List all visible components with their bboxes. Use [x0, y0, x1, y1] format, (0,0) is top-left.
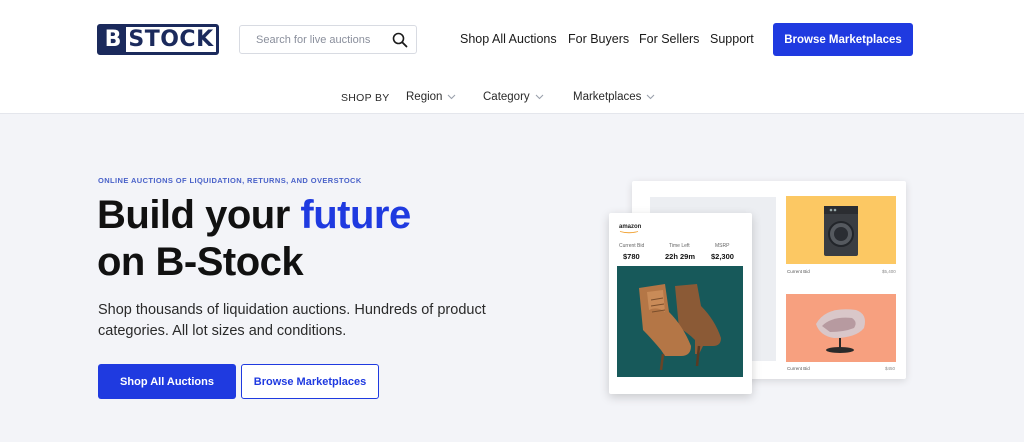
tile2-price: $450: [885, 366, 896, 371]
nav-for-sellers[interactable]: For Sellers: [639, 32, 699, 46]
amazon-brand-label: amazon: [619, 224, 642, 230]
search-box: [239, 25, 417, 54]
headline-part1: Build your: [97, 193, 301, 237]
subnav-category-label: Category: [483, 91, 530, 103]
stat-label-time-left: Time Left: [669, 243, 690, 249]
headline-part2: on B-Stock: [97, 240, 304, 284]
stat-value-current-bid: $780: [623, 252, 640, 261]
browse-marketplaces-secondary-button[interactable]: Browse Marketplaces: [241, 364, 379, 399]
tile1-price: $5,400: [882, 269, 896, 274]
browse-marketplaces-button[interactable]: Browse Marketplaces: [773, 23, 913, 56]
logo-wordmark: STOCK: [128, 27, 214, 52]
nav-for-buyers[interactable]: For Buyers: [568, 32, 629, 46]
search-input[interactable]: [240, 33, 386, 46]
nav-support[interactable]: Support: [710, 32, 754, 46]
boots-icon: [639, 284, 721, 371]
search-icon[interactable]: [392, 32, 408, 48]
subnav-region-label: Region: [406, 91, 443, 103]
shop-by-label: SHOP BY: [341, 92, 390, 104]
headline-accent: future: [300, 193, 411, 237]
stat-value-time-left: 22h 29m: [665, 252, 696, 261]
subnav-category[interactable]: Category: [483, 91, 544, 103]
subnav-region[interactable]: Region: [406, 91, 456, 103]
b-stock-logo[interactable]: B STOCK: [97, 24, 219, 55]
product-tile-washer: [786, 196, 896, 264]
tile2-caption: Current Bid: [787, 366, 810, 371]
stat-label-current-bid: Current Bid: [619, 243, 645, 249]
hero-description: Shop thousands of liquidation auctions. …: [98, 302, 486, 339]
stat-value-msrp: $2,300: [711, 252, 734, 261]
shop-all-auctions-button[interactable]: Shop All Auctions: [98, 364, 236, 399]
hero-headline: Build your future on B-Stock: [97, 192, 411, 286]
lounge-chair-icon: [816, 309, 865, 353]
amazon-smile-icon: [619, 231, 639, 234]
stat-label-msrp: MSRP: [715, 243, 730, 249]
product-tile-chair: [786, 294, 896, 362]
chevron-down-icon: [448, 94, 456, 100]
nav-shop-all-auctions[interactable]: Shop All Auctions: [460, 32, 557, 46]
subnav-marketplaces[interactable]: Marketplaces: [573, 91, 655, 103]
hero-eyebrow: ONLINE AUCTIONS OF LIQUIDATION, RETURNS,…: [98, 176, 362, 185]
site-header: B STOCK Shop All Auctions For Buyers For…: [0, 0, 1024, 114]
subnav-marketplaces-label: Marketplaces: [573, 91, 642, 103]
chevron-down-icon: [535, 94, 544, 100]
chevron-down-icon: [647, 94, 655, 100]
product-image-boots: [617, 266, 743, 377]
tile1-caption: Current Bid: [787, 269, 810, 274]
washing-machine-icon: [824, 206, 858, 256]
logo-letter: B: [100, 27, 126, 52]
